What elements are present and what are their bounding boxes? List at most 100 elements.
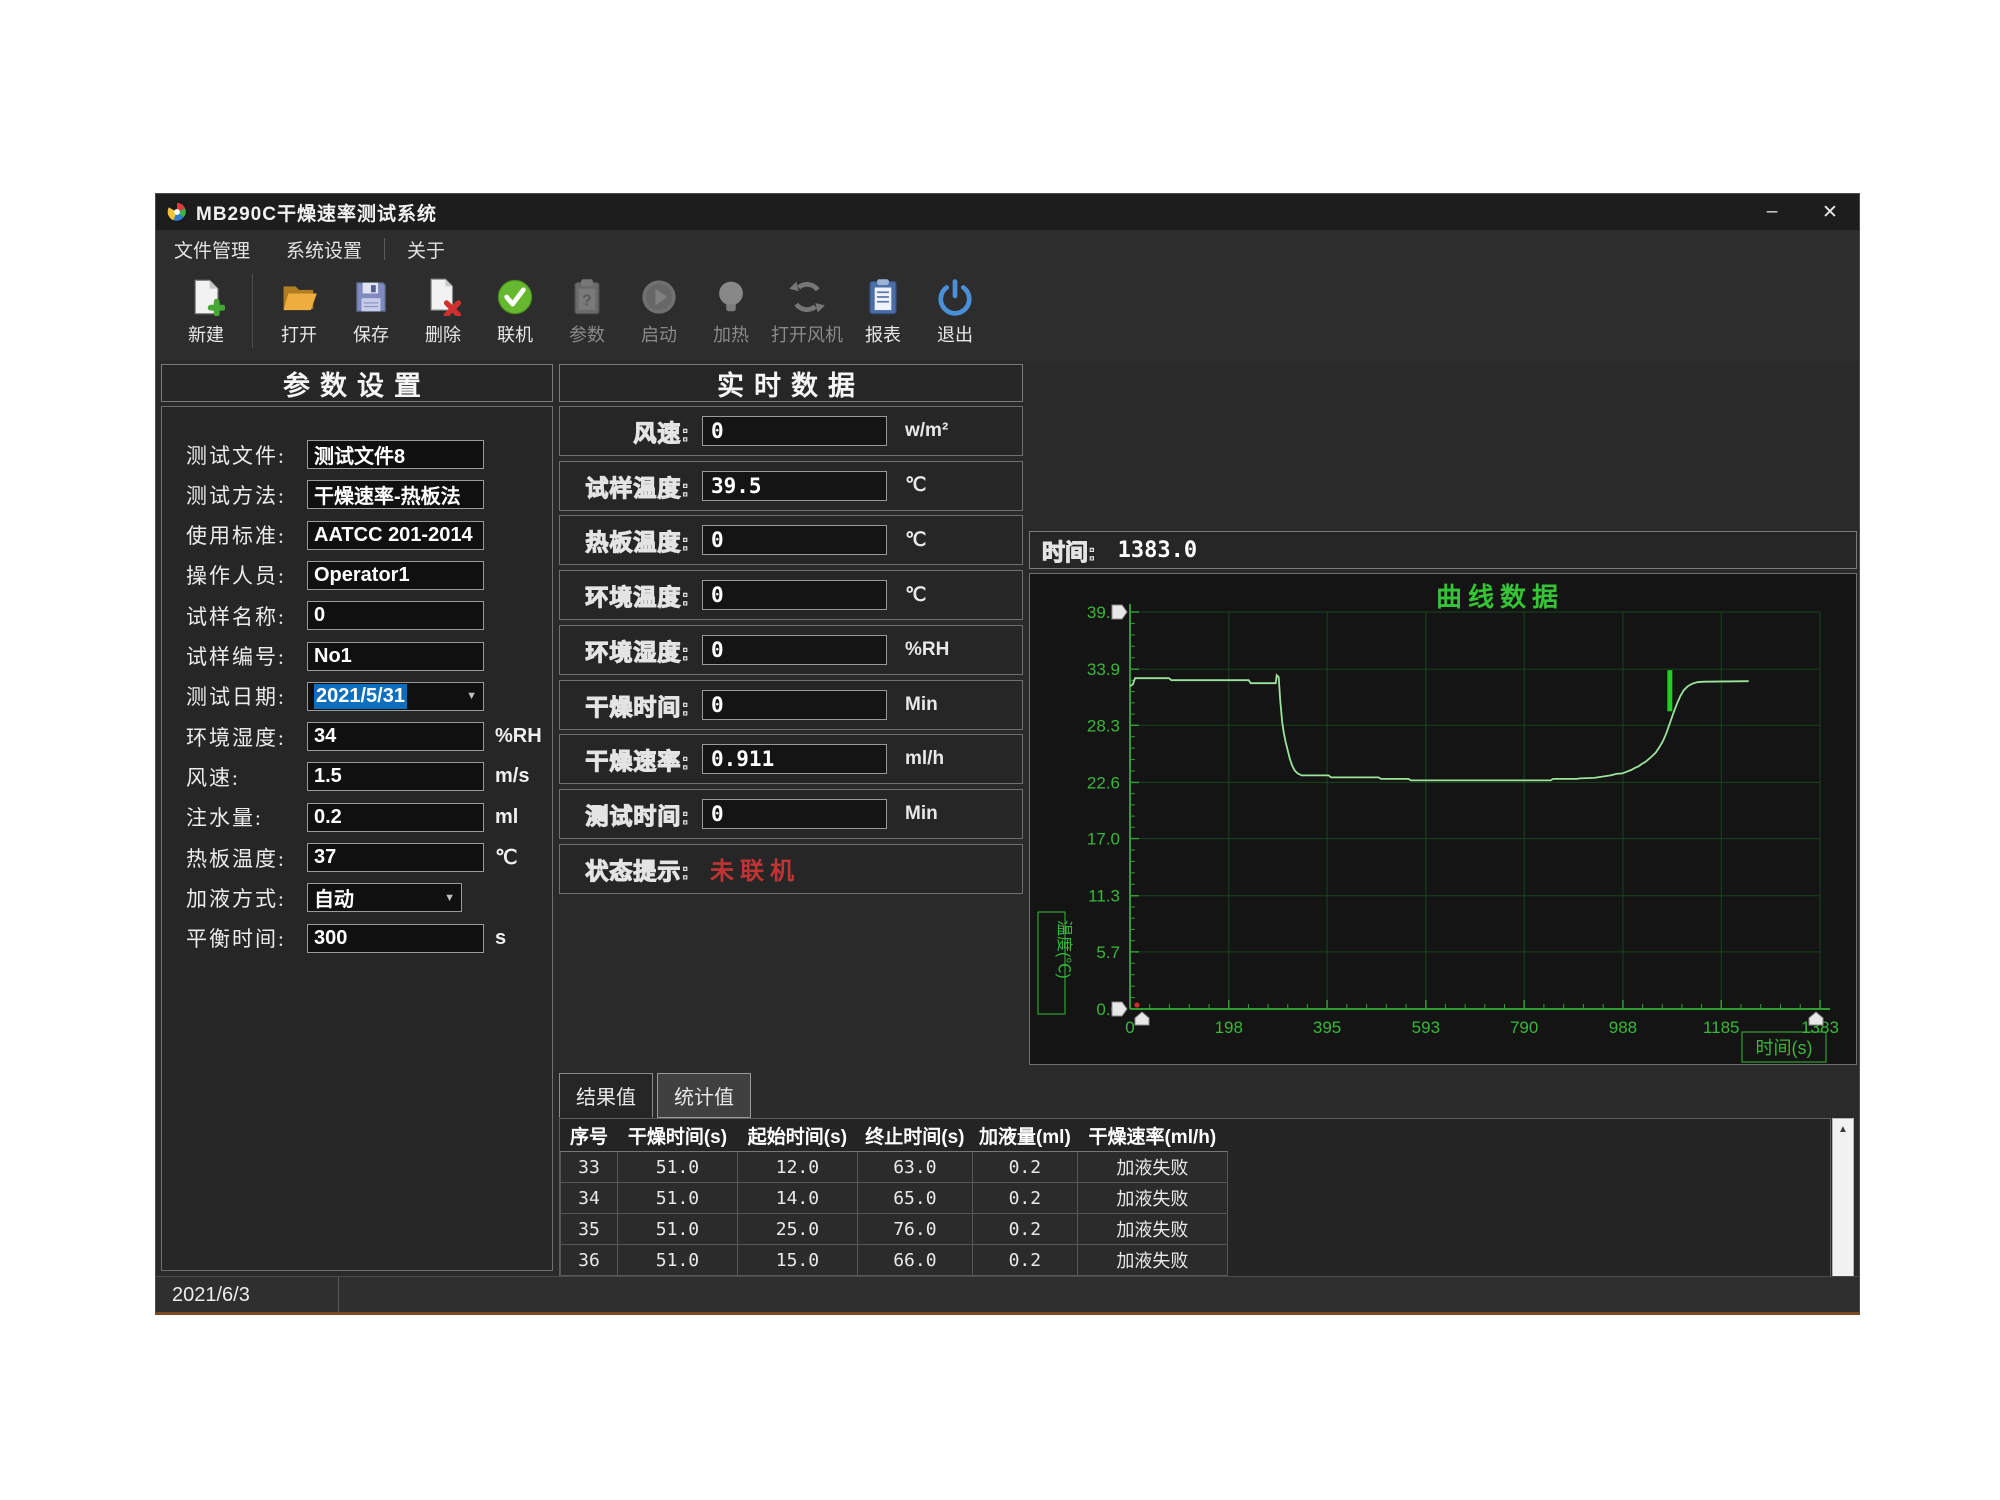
origin-marker [1134,1002,1139,1007]
realtime-label: 试样温度: [585,469,690,503]
param-label: 测试方法: [186,480,286,510]
connect-check-icon [494,276,536,318]
param-label: 测试文件: [186,440,286,470]
chart-time-header: 时间: 1383.0 [1029,531,1857,569]
table-cell: 0.2 [972,1152,1077,1183]
report-clipboard-icon [862,276,904,318]
toolbar-button-label: 打开 [281,321,317,347]
x-tick-label: 790 [1510,1018,1538,1037]
param-row-8: 风速: m/s [162,761,552,792]
realtime-group-0: 风速:0w/m² [559,406,1023,456]
app-logo-icon [166,201,188,223]
y-tick-label: 11.3 [1088,887,1120,906]
toolbar-button-label: 删除 [425,321,461,347]
param-input-3[interactable] [307,561,484,590]
param-input-10[interactable] [307,843,484,872]
table-row[interactable]: 3551.025.076.00.2加液失败 [561,1214,1830,1245]
param-row-11: 加液方式:自动▼ [162,882,552,913]
param-input-2[interactable] [307,521,484,550]
param-input-9[interactable] [307,803,484,832]
param-input-5[interactable] [307,642,484,671]
realtime-label: 测试时间: [585,797,690,831]
table-row[interactable]: 3651.015.066.00.2加液失败 [561,1245,1830,1276]
status-hint-label: 状态提示: [585,852,690,886]
realtime-value: 0.911 [702,744,887,774]
minimize-button[interactable]: – [1743,194,1801,230]
open-folder-icon [278,276,320,318]
param-input-0[interactable] [307,440,484,469]
scroll-up-icon[interactable]: ▲ [1833,1119,1853,1139]
toolbar-button-9[interactable]: 报表 [847,268,919,347]
param-input-1[interactable] [307,480,484,509]
realtime-unit: ℃ [905,474,926,497]
realtime-value: 0 [702,580,887,610]
realtime-unit: ℃ [905,529,926,552]
param-input-7[interactable] [307,722,484,751]
menu-item-0[interactable]: 文件管理 [156,230,268,268]
table-cell: 51.0 [617,1214,737,1245]
param-label: 风速: [186,762,240,792]
param-combo-11[interactable]: 自动▼ [307,883,462,912]
toolbar-button-6: 启动 [623,268,695,347]
param-input-4[interactable] [307,601,484,630]
start-play-icon [638,276,680,318]
table-cell: 14.0 [737,1183,857,1214]
table-cell: 36 [561,1245,618,1276]
realtime-value: 0 [702,690,887,720]
toolbar-button-4[interactable]: 联机 [479,268,551,347]
param-row-9: 注水量:ml [162,802,552,833]
param-unit: m/s [495,765,529,788]
tab-results[interactable]: 结果值 [559,1073,653,1118]
param-label: 测试日期: [186,681,286,711]
toolbar-button-label: 保存 [353,321,389,347]
curve-chart: 曲线数据39.633.928.322.617.011.35.70.0019839… [1029,573,1857,1065]
toolbar-button-1[interactable]: 打开 [263,268,335,347]
realtime-panel-header: 实时数据 [559,364,1023,402]
toolbar-button-0[interactable]: 新建 [170,268,242,347]
delete-document-icon [422,276,464,318]
window-title: MB290C干燥速率测试系统 [196,199,437,226]
y-tick-label: 28.3 [1087,716,1120,735]
table-cell: 25.0 [737,1214,857,1245]
param-input-8[interactable] [307,762,484,791]
realtime-unit: w/m² [905,420,948,442]
menu-item-1[interactable]: 系统设置 [268,230,380,268]
toolbar-button-10[interactable]: 退出 [919,268,991,347]
results-tab-bar: 结果值统计值 [559,1075,1853,1118]
param-row-5: 试样编号: [162,641,552,672]
y-tick-label: 5.7 [1096,943,1120,962]
table-cell: 34 [561,1183,618,1214]
y-axis-label: 温度(℃) [1055,920,1073,979]
x-tick-label: 593 [1412,1018,1440,1037]
row-filler [1227,1214,1829,1245]
results-column-header: 干燥时间(s) [617,1119,737,1152]
exit-power-icon [934,276,976,318]
close-button[interactable]: ✕ [1801,194,1859,230]
x-tick-label: 198 [1215,1018,1243,1037]
toolbar-button-label: 联机 [497,321,533,347]
realtime-group-5: 干燥时间:0Min [559,680,1023,730]
param-row-0: 测试文件: [162,439,552,470]
toolbar-button-label: 新建 [188,321,224,347]
table-row[interactable]: 3451.014.065.00.2加液失败 [561,1183,1830,1214]
param-label: 注水量: [186,802,263,832]
toolbar: 新建打开保存删除联机?参数启动加热打开风机报表退出 [156,268,1859,361]
realtime-group-1: 试样温度:39.5℃ [559,461,1023,511]
realtime-group-2: 热板温度:0℃ [559,515,1023,565]
table-cell: 0.2 [972,1183,1077,1214]
y-tick-label: 17.0 [1087,830,1120,849]
chevron-down-icon: ▼ [466,690,477,702]
toolbar-button-8: 打开风机 [767,268,847,347]
table-row[interactable]: 3351.012.063.00.2加液失败 [561,1152,1830,1183]
status-hint-value: 未联机 [710,851,800,886]
toolbar-button-label: 加热 [713,321,749,347]
param-label: 使用标准: [186,520,286,550]
param-unit: s [495,927,506,950]
param-date-picker[interactable]: 2021/5/31▼ [307,682,484,711]
toolbar-button-3[interactable]: 删除 [407,268,479,347]
menu-item-2[interactable]: 关于 [389,230,463,268]
param-row-1: 测试方法: [162,479,552,510]
toolbar-button-2[interactable]: 保存 [335,268,407,347]
tab-statistics[interactable]: 统计值 [657,1073,751,1118]
param-input-12[interactable] [307,924,484,953]
